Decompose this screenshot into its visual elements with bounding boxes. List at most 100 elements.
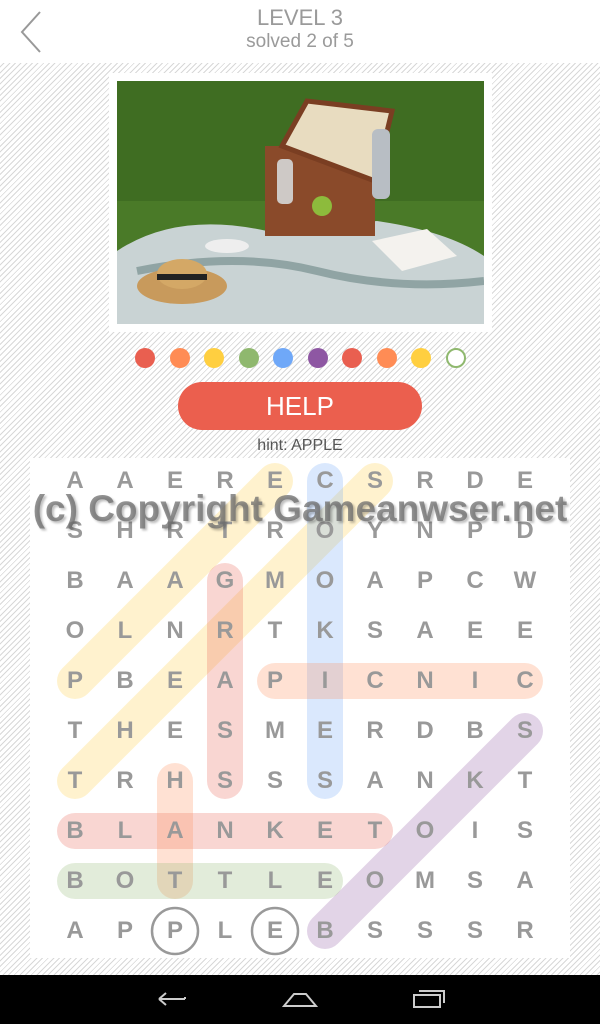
grid-cell[interactable]: A — [350, 756, 400, 806]
grid-cell[interactable]: A — [50, 906, 100, 956]
grid-cell[interactable]: O — [350, 856, 400, 906]
grid-cell[interactable]: E — [450, 606, 500, 656]
grid-cell[interactable]: P — [450, 506, 500, 556]
grid-cell[interactable]: T — [250, 606, 300, 656]
grid-cell[interactable]: G — [200, 556, 250, 606]
grid-cell[interactable]: C — [500, 656, 550, 706]
grid-cell[interactable]: T — [200, 506, 250, 556]
grid-cell[interactable]: S — [200, 756, 250, 806]
grid-cell[interactable]: E — [300, 706, 350, 756]
grid-cell[interactable]: A — [200, 656, 250, 706]
grid-cell[interactable]: S — [350, 906, 400, 956]
grid-cell[interactable]: R — [200, 606, 250, 656]
grid-cell[interactable]: R — [500, 906, 550, 956]
grid-cell[interactable]: L — [250, 856, 300, 906]
grid-cell[interactable]: T — [200, 856, 250, 906]
grid-cell[interactable]: A — [500, 856, 550, 906]
grid-cell[interactable]: H — [100, 506, 150, 556]
grid-cell[interactable]: R — [350, 706, 400, 756]
grid-cell[interactable]: D — [400, 706, 450, 756]
grid-cell[interactable]: I — [300, 656, 350, 706]
grid-cell[interactable]: I — [450, 656, 500, 706]
grid-cell[interactable]: L — [100, 606, 150, 656]
grid-cell[interactable]: P — [250, 656, 300, 706]
grid-cell[interactable]: D — [500, 506, 550, 556]
grid-cell[interactable]: A — [150, 556, 200, 606]
grid-cell[interactable]: A — [400, 606, 450, 656]
grid-cell[interactable]: R — [150, 506, 200, 556]
grid-cell[interactable]: E — [250, 906, 300, 956]
grid-cell[interactable]: R — [250, 506, 300, 556]
grid-cell[interactable]: L — [100, 806, 150, 856]
grid-cell[interactable]: O — [400, 806, 450, 856]
grid-cell[interactable]: A — [50, 456, 100, 506]
grid-cell[interactable]: H — [150, 756, 200, 806]
grid-cell[interactable]: P — [400, 556, 450, 606]
grid-cell[interactable]: B — [300, 906, 350, 956]
back-nav-icon[interactable] — [155, 989, 189, 1014]
grid-cell[interactable]: C — [350, 656, 400, 706]
grid-cell[interactable]: E — [300, 856, 350, 906]
grid-cell[interactable]: P — [100, 906, 150, 956]
grid-cell[interactable]: T — [500, 756, 550, 806]
grid-cell[interactable]: S — [500, 706, 550, 756]
grid-cell[interactable]: E — [150, 456, 200, 506]
grid-cell[interactable]: K — [450, 756, 500, 806]
help-button[interactable]: HELP — [178, 382, 422, 430]
grid-cell[interactable]: E — [500, 456, 550, 506]
grid-cell[interactable]: L — [200, 906, 250, 956]
grid-cell[interactable]: B — [50, 556, 100, 606]
grid-cell[interactable]: N — [150, 606, 200, 656]
grid-cell[interactable]: S — [350, 456, 400, 506]
grid-cell[interactable]: S — [500, 806, 550, 856]
grid-cell[interactable]: R — [200, 456, 250, 506]
recents-nav-icon[interactable] — [412, 989, 446, 1014]
grid-cell[interactable]: B — [450, 706, 500, 756]
grid-cell[interactable]: C — [450, 556, 500, 606]
grid-cell[interactable]: E — [300, 806, 350, 856]
grid-cell[interactable]: S — [400, 906, 450, 956]
grid-cell[interactable]: S — [50, 506, 100, 556]
grid-cell[interactable]: R — [100, 756, 150, 806]
grid-cell[interactable]: B — [50, 806, 100, 856]
grid-cell[interactable]: E — [250, 456, 300, 506]
grid-cell[interactable]: E — [150, 656, 200, 706]
grid-cell[interactable]: W — [500, 556, 550, 606]
grid-cell[interactable]: E — [150, 706, 200, 756]
grid-cell[interactable]: S — [450, 906, 500, 956]
word-grid[interactable]: AAERECSRDESHRTROYNPDBAAGMOAPCWOLNRTKSAEE… — [30, 458, 570, 958]
grid-cell[interactable]: C — [300, 456, 350, 506]
grid-cell[interactable]: N — [400, 656, 450, 706]
grid-cell[interactable]: P — [150, 906, 200, 956]
grid-cell[interactable]: E — [500, 606, 550, 656]
grid-cell[interactable]: I — [450, 806, 500, 856]
grid-cell[interactable]: M — [250, 556, 300, 606]
grid-cell[interactable]: T — [150, 856, 200, 906]
grid-cell[interactable]: N — [400, 756, 450, 806]
grid-cell[interactable]: O — [300, 506, 350, 556]
grid-cell[interactable]: S — [300, 756, 350, 806]
grid-cell[interactable]: M — [250, 706, 300, 756]
home-nav-icon[interactable] — [281, 989, 319, 1014]
grid-cell[interactable]: N — [200, 806, 250, 856]
grid-cell[interactable]: B — [100, 656, 150, 706]
grid-cell[interactable]: A — [100, 556, 150, 606]
grid-cell[interactable]: K — [250, 806, 300, 856]
grid-cell[interactable]: Y — [350, 506, 400, 556]
grid-cell[interactable]: B — [50, 856, 100, 906]
grid-cell[interactable]: R — [400, 456, 450, 506]
grid-cell[interactable]: H — [100, 706, 150, 756]
grid-cell[interactable]: O — [100, 856, 150, 906]
grid-cell[interactable]: K — [300, 606, 350, 656]
grid-cell[interactable]: T — [350, 806, 400, 856]
grid-cell[interactable]: S — [250, 756, 300, 806]
grid-cell[interactable]: T — [50, 756, 100, 806]
grid-cell[interactable]: T — [50, 706, 100, 756]
grid-cell[interactable]: A — [150, 806, 200, 856]
grid-cell[interactable]: S — [350, 606, 400, 656]
grid-cell[interactable]: O — [50, 606, 100, 656]
grid-cell[interactable]: O — [300, 556, 350, 606]
grid-cell[interactable]: A — [350, 556, 400, 606]
grid-cell[interactable]: S — [200, 706, 250, 756]
grid-cell[interactable]: A — [100, 456, 150, 506]
